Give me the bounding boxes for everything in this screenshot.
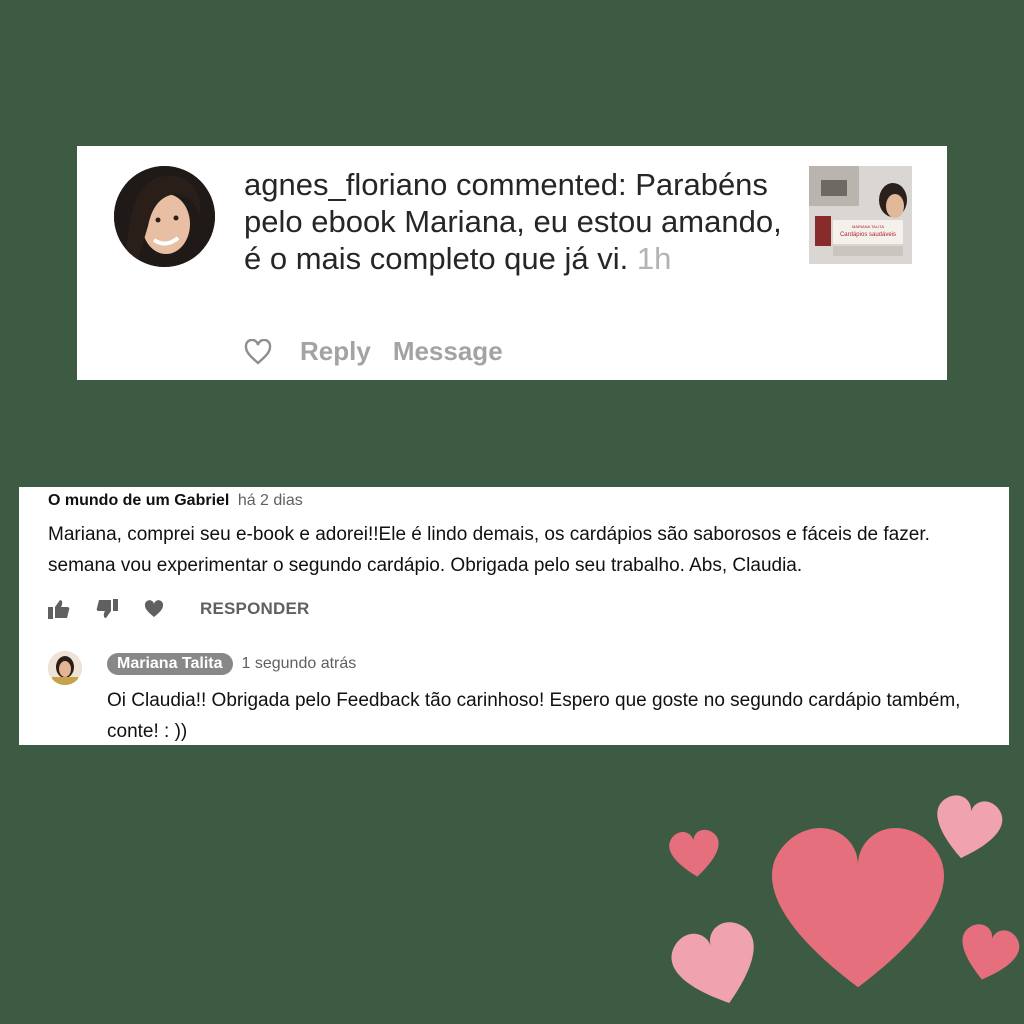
reply-line-1: Oi Claudia!! Obrigada pelo Feedback tão … [107,690,961,711]
heart-small-right [953,920,1023,987]
reply-date[interactable]: 1 segundo atrás [242,655,357,673]
heart-light-top-right [928,791,1006,865]
svg-text:MARIANA TALITA: MARIANA TALITA [852,224,884,229]
message-button[interactable]: Message [393,336,503,367]
post-thumbnail[interactable]: MARIANA TALITA Cardápios saudáveis [809,166,912,264]
reply-button[interactable]: RESPONDER [200,599,310,619]
commenter-avatar[interactable] [114,166,215,267]
heart-large [772,827,944,988]
reply-avatar[interactable] [48,651,82,685]
comment-body: Mariana, comprei seu e-book e adorei!!El… [48,519,1009,581]
reply-author-badge[interactable]: Mariana Talita [107,653,233,675]
youtube-comment-card: O mundo de um Gabriel há 2 dias Mariana,… [19,487,1009,745]
thumbs-down-icon[interactable] [96,599,118,619]
instagram-comment-card: agnes_floriano commented: Parabéns pelo … [77,146,947,380]
reply-header: Mariana Talita 1 segundo atrás [107,653,356,675]
like-heart-icon[interactable] [244,338,272,365]
heart-light-bottom [665,916,770,1016]
comment-line-2: semana vou experimentar o segundo cardáp… [48,555,803,576]
comment-header: O mundo de um Gabriel há 2 dias [48,492,303,510]
heart-icon[interactable] [144,600,164,618]
reply-body: Oi Claudia!! Obrigada pelo Feedback tão … [107,685,1009,745]
heart-small-left [667,828,722,880]
reply-line-2: conte! : )) [107,721,188,742]
comment-actions: RESPONDER [48,599,310,619]
comment-timestamp: 1h [636,241,672,276]
comment-actions: Reply Message [244,336,503,367]
comment-action-label: commented: [447,167,627,202]
thumbnail-title: Cardápios saudáveis [840,232,896,238]
commenter-username[interactable]: agnes_floriano [244,167,447,202]
comment-date[interactable]: há 2 dias [238,492,303,509]
comment-line-1: Mariana, comprei seu e-book e adorei!!El… [48,524,930,545]
comment-text-block: agnes_floriano commented: Parabéns pelo … [244,166,784,277]
reply-button[interactable]: Reply [300,336,371,367]
comment-author[interactable]: O mundo de um Gabriel [48,492,229,509]
thumbs-up-icon[interactable] [48,599,70,619]
